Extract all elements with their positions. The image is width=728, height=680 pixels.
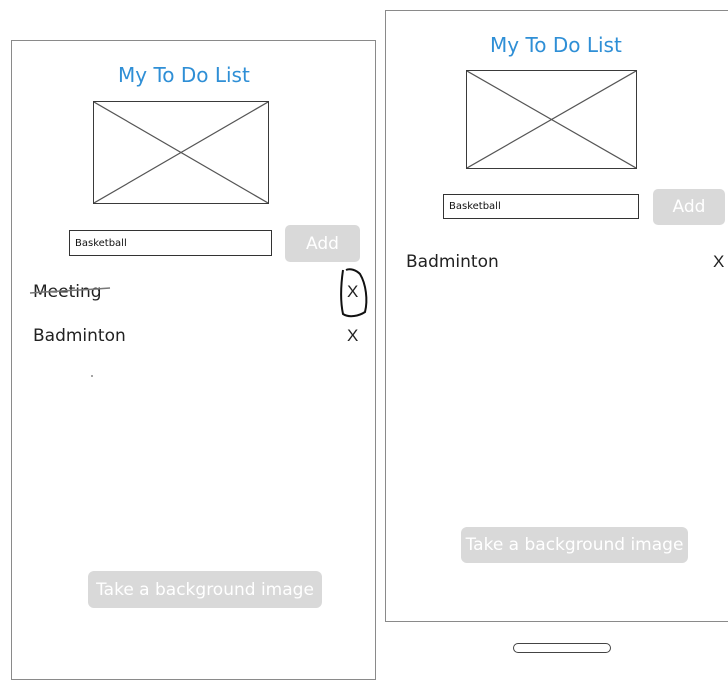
image-placeholder-icon (466, 70, 637, 169)
add-button[interactable]: Add (285, 225, 360, 262)
todo-item-badminton[interactable]: Badminton (33, 326, 126, 346)
home-indicator[interactable] (513, 643, 611, 653)
task-input[interactable] (443, 194, 639, 219)
take-background-image-button[interactable]: Take a background image (461, 527, 688, 563)
image-placeholder-icon (93, 101, 269, 204)
task-input[interactable] (69, 230, 272, 256)
add-button[interactable]: Add (653, 189, 725, 225)
delete-badminton-button[interactable]: X (713, 252, 724, 272)
app-title: My To Do List (118, 63, 250, 87)
delete-meeting-button[interactable]: X (347, 282, 358, 302)
wireframe-screen-before: My To Do List Add Meeting X Badminton X … (11, 40, 376, 680)
take-background-image-button[interactable]: Take a background image (88, 571, 322, 608)
wireframe-screen-after: My To Do List Add Badminton X Take a bac… (385, 10, 728, 622)
todo-item-meeting[interactable]: Meeting (33, 282, 102, 302)
todo-item-badminton[interactable]: Badminton (406, 252, 499, 272)
delete-badminton-button[interactable]: X (347, 326, 358, 346)
app-title: My To Do List (490, 33, 622, 57)
